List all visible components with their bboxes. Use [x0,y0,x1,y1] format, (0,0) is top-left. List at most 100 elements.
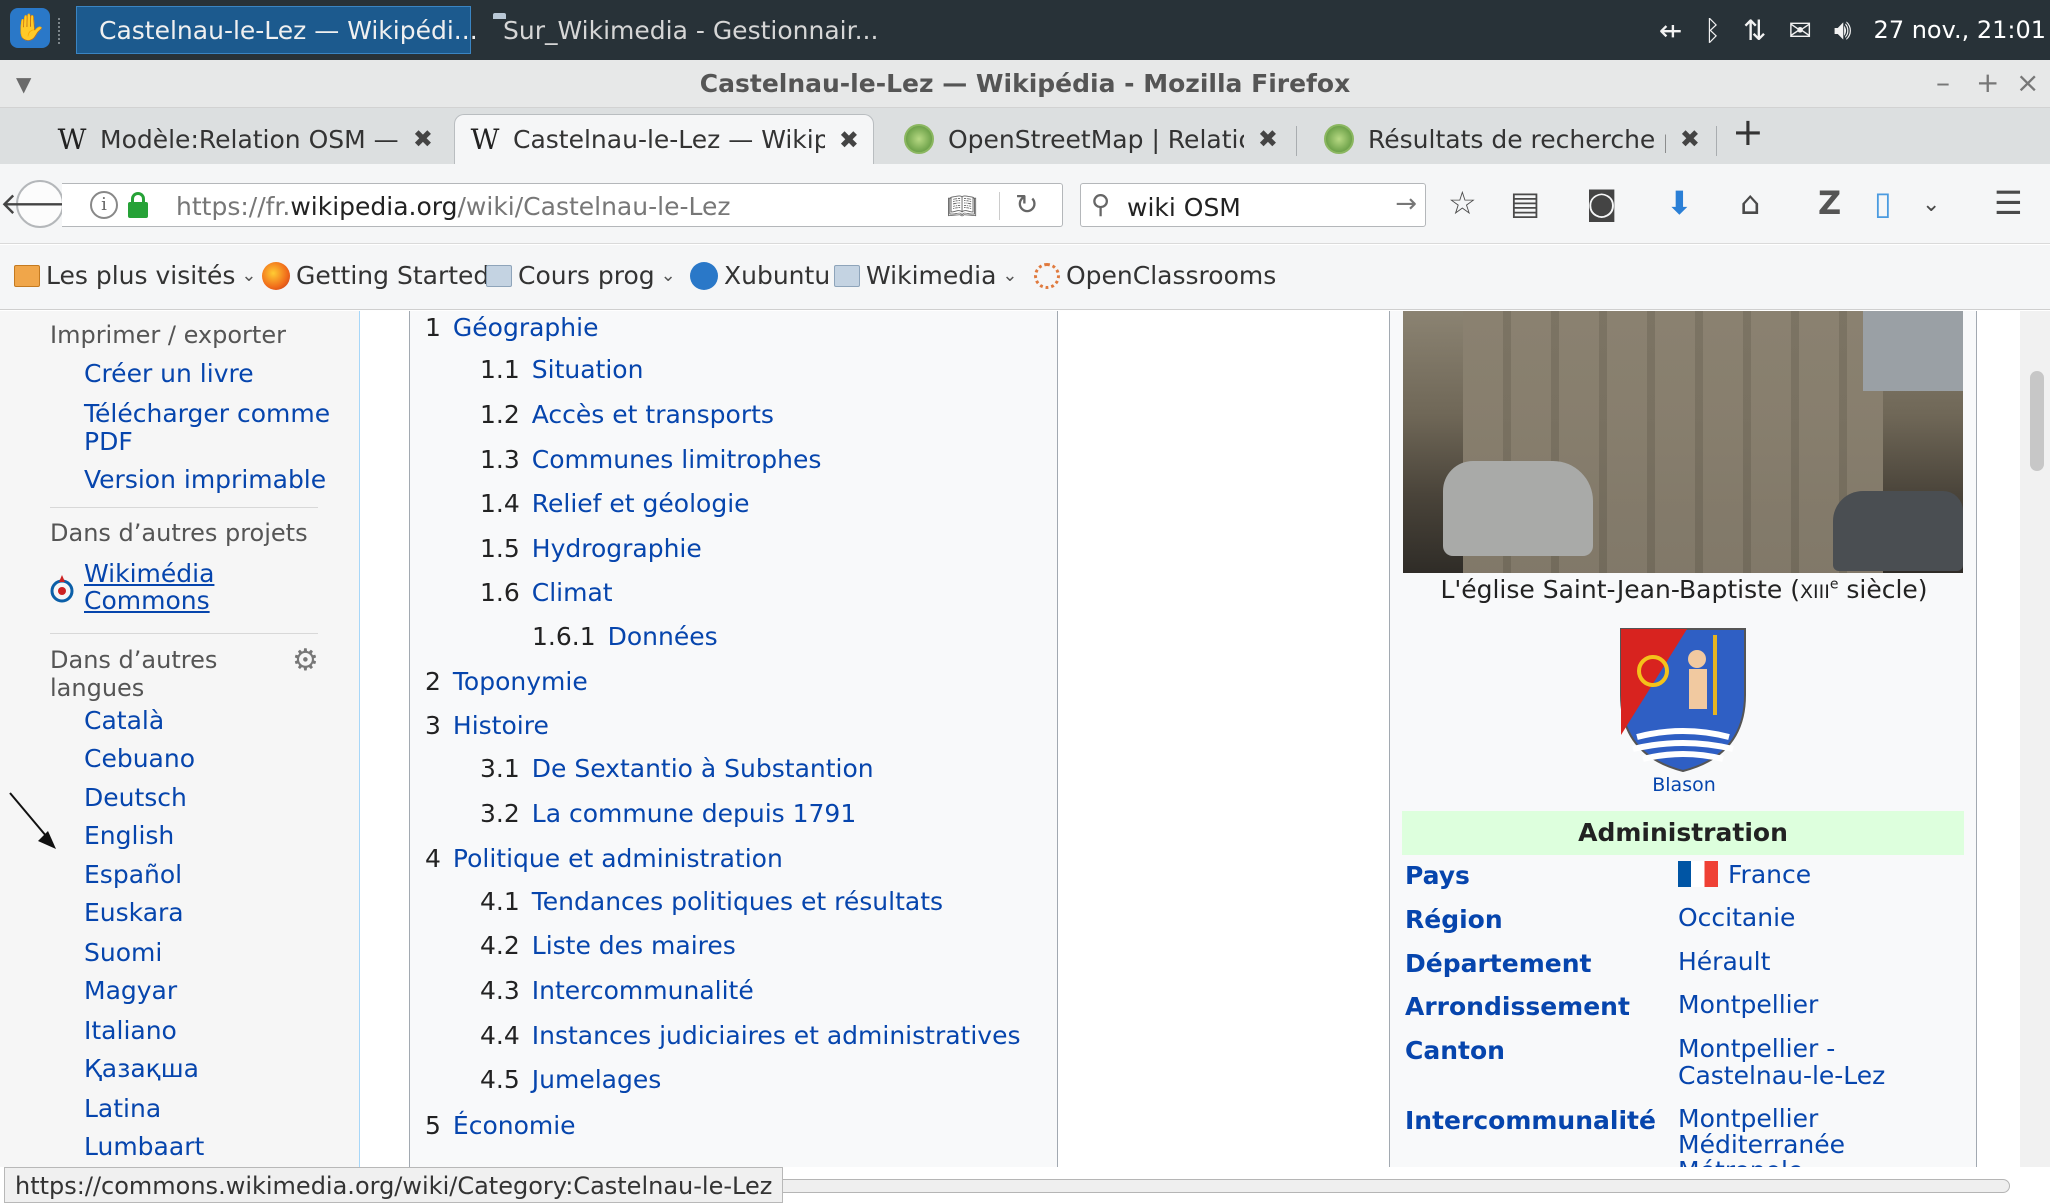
reader-view-icon[interactable]: 📖︎ [947,192,977,220]
bookmark-cours-prog[interactable]: Cours prog ⌄ [486,261,676,290]
info-icon[interactable]: i [90,191,118,219]
language-link[interactable]: Latina [84,1095,161,1123]
toc-item[interactable]: 3.1 De Sextantio à Substantion [480,754,874,783]
network-icon[interactable]: ⇅ [1743,14,1766,47]
toc-item[interactable]: 1.6.1 Données [532,622,718,651]
taskbar-item-filemanager[interactable]: Sur_Wikimedia - Gestionnair... [481,6,881,54]
download-icon[interactable]: ⬇ [1666,184,1693,222]
mail-icon[interactable]: ✉ [1788,14,1811,47]
tab-search-results[interactable]: Résultats de recherche p... ✖ [1310,114,1714,164]
page-icon[interactable]: ▯ [1874,184,1892,222]
infobox-label-region[interactable]: Région [1405,905,1503,934]
toc-item[interactable]: 1 Géographie [425,313,598,342]
language-link[interactable]: Қазақша [84,1055,199,1083]
toc-item[interactable]: 1.3 Communes limitrophes [480,445,821,474]
toc-item[interactable]: 3 Histoire [425,711,549,740]
toc-item[interactable]: 5 Économie [425,1111,576,1140]
infobox-value-canton-line2[interactable]: Castelnau-le-Lez [1678,1063,1885,1089]
tab-osm-template[interactable]: W Modèle:Relation OSM — ... ✖ [42,114,447,164]
volume-icon[interactable]: 🔊︎ [1834,13,1852,47]
url-bar[interactable]: i https://fr.wikipedia.org/wiki/Castelna… [62,183,1063,227]
blason-label[interactable]: Blason [1390,774,1978,796]
close-tab-icon[interactable]: ✖ [1258,125,1278,153]
bookmark-wikimedia[interactable]: Wikimedia ⌄ [834,261,1018,290]
infobox-value-pays[interactable]: France [1678,861,1811,888]
close-tab-icon[interactable]: ✖ [413,125,433,153]
infobox-value-departement[interactable]: Hérault [1678,949,1770,975]
bookmark-openclassrooms[interactable]: OpenClassrooms [1034,261,1276,290]
infobox-value-canton[interactable]: Montpellier - [1678,1036,1835,1062]
search-bar[interactable]: ⚲ wiki OSM → [1080,183,1426,227]
infobox-value-arrondissement[interactable]: Montpellier [1678,992,1818,1018]
bookmark-getting-started[interactable]: Getting Started [262,261,489,290]
church-photo[interactable] [1403,311,1963,573]
toc-item[interactable]: 1.4 Relief et géologie [480,489,750,518]
infobox-label-canton[interactable]: Canton [1405,1036,1505,1065]
library-icon[interactable]: ▤ [1510,184,1540,222]
toc-item[interactable]: 1.5 Hydrographie [480,534,702,563]
printable-version-link[interactable]: Version imprimable [84,466,326,494]
toc-item[interactable]: 4.3 Intercommunalité [480,976,754,1005]
clock[interactable]: 27 nov., 21:01 [1874,16,2046,44]
close-tab-icon[interactable]: ✖ [839,126,859,154]
home-icon[interactable]: ⌂ [1740,184,1760,222]
search-input[interactable]: wiki OSM [1127,193,1241,222]
language-link[interactable]: Italiano [84,1017,177,1045]
maximize-icon[interactable]: + [1976,66,1999,99]
toc-item[interactable]: 4.1 Tendances politiques et résultats [480,887,943,916]
toc-item[interactable]: 4.2 Liste des maires [480,931,736,960]
tab-openstreetmap[interactable]: OpenStreetMap | Relatio... ✖ [890,114,1292,164]
xfce-menu-icon[interactable]: ✋ [10,8,50,48]
scrollbar-thumb[interactable] [2030,371,2044,471]
infobox-label-departement[interactable]: Département [1405,949,1591,978]
reload-icon[interactable]: ↻ [1015,188,1038,221]
taskbar-item-firefox[interactable]: Castelnau-le-Lez — Wikipédi... [76,6,478,54]
pocket-icon[interactable]: ◙ [1586,184,1617,222]
toc-item[interactable]: 1.1 Situation [480,355,643,384]
language-link[interactable]: Euskara [84,899,184,927]
infobox-value-intercommunalite[interactable]: Montpellier [1678,1106,1818,1132]
language-link[interactable]: Deutsch [84,784,187,812]
infobox-label-pays[interactable]: Pays [1405,861,1470,890]
search-go-icon[interactable]: → [1395,189,1417,219]
chevron-down-icon[interactable]: ⌄ [1922,192,1940,217]
infobox-value-region[interactable]: Occitanie [1678,905,1795,931]
toc-item[interactable]: 1.6 Climat [480,578,613,607]
toc-item[interactable]: 1.2 Accès et transports [480,400,774,429]
language-link[interactable]: Lumbaart [84,1133,204,1161]
languages-heading[interactable]: Dans d’autres [50,646,217,674]
coat-of-arms-image[interactable] [1617,625,1749,775]
print-export-heading[interactable]: Imprimer / exporter [50,321,286,349]
bookmark-star-icon[interactable]: ☆ [1448,184,1477,222]
create-book-link[interactable]: Créer un livre [84,360,254,388]
download-pdf-link[interactable]: Télécharger comme [84,400,330,428]
new-tab-button[interactable]: + [1732,110,1764,154]
toc-item[interactable]: 4 Politique et administration [425,844,783,873]
toc-item[interactable]: 4.5 Jumelages [480,1065,661,1094]
close-window-icon[interactable]: × [2016,66,2039,99]
language-link[interactable]: Català [84,707,164,735]
languages-heading-line2[interactable]: langues [50,674,144,702]
other-projects-heading[interactable]: Dans d’autres projets [50,519,308,547]
minimize-icon[interactable]: – [1936,66,1950,99]
download-pdf-link-line2[interactable]: PDF [84,428,133,456]
wikimedia-commons-link[interactable]: Wikimédia [84,560,214,588]
infobox-value-intercommunalite-line2[interactable]: Méditerranée [1678,1132,1845,1158]
back-button[interactable]: 🡐 [0,180,80,228]
gear-icon[interactable]: ⚙ [292,643,319,678]
tab-castelnau[interactable]: W Castelnau-le-Lez — Wikip... ✖ [454,114,874,164]
hamburger-menu-icon[interactable]: ☰ [1994,184,2023,222]
bookmark-most-visited[interactable]: Les plus visités ⌄ [14,261,257,290]
close-tab-icon[interactable]: ✖ [1680,125,1700,153]
language-link[interactable]: English [84,822,174,850]
infobox-label-arrondissement[interactable]: Arrondissement [1405,992,1630,1021]
horizontal-scrollbar[interactable] [730,1179,2010,1193]
power-plug-icon[interactable]: ⇷ [1659,14,1682,47]
bluetooth-icon[interactable]: ᛒ [1704,14,1721,47]
zotero-icon[interactable]: Z [1818,184,1841,222]
toc-item[interactable]: 4.4 Instances judiciaires et administrati… [480,1021,1021,1050]
language-link[interactable]: Español [84,861,182,889]
language-link[interactable]: Cebuano [84,745,195,773]
language-link[interactable]: Magyar [84,977,177,1005]
toc-item[interactable]: 3.2 La commune depuis 1791 [480,799,856,828]
